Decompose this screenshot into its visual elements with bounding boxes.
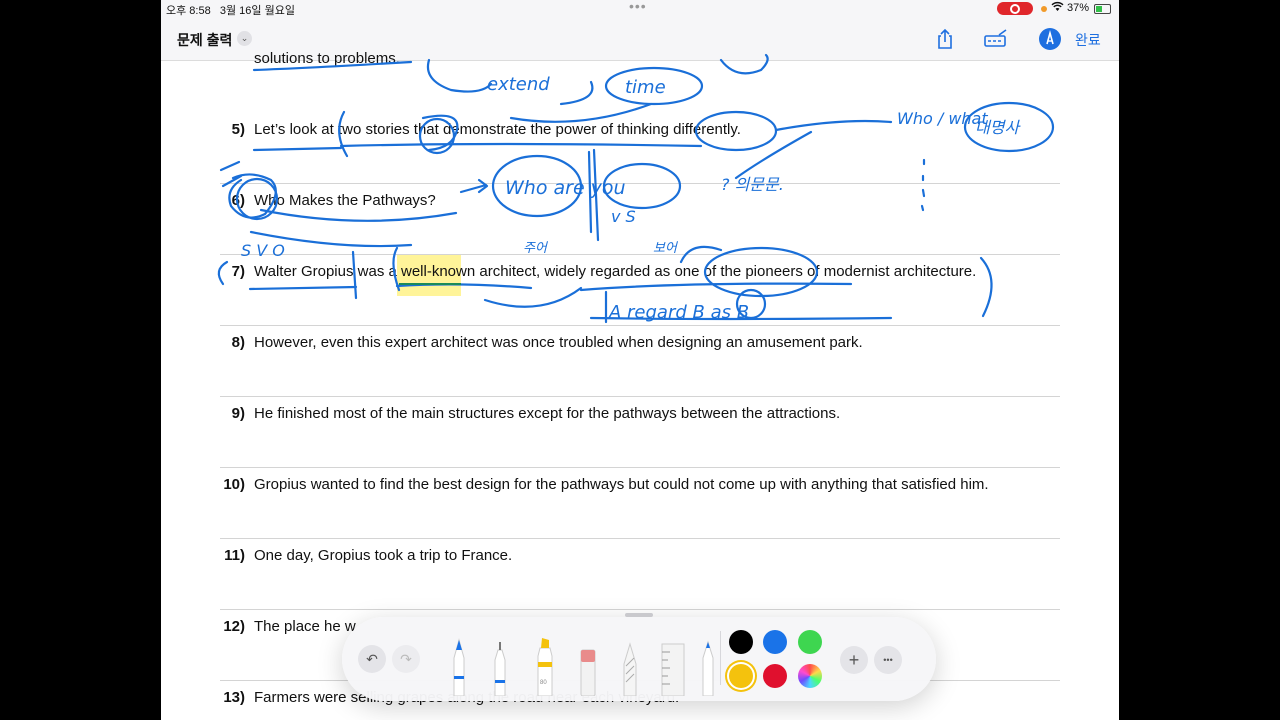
ink-text-extend: extend (487, 74, 550, 95)
fineliner-tool[interactable] (490, 636, 510, 701)
eraser-tool[interactable] (578, 636, 598, 701)
wifi-icon (1051, 1, 1064, 15)
battery-icon (1094, 4, 1111, 14)
status-bar: 오후 8:58 3월 16일 월요일 ••• 37% (161, 0, 1119, 18)
row-number: 8) (231, 334, 245, 351)
ink-circle-time (604, 66, 704, 106)
palette-separator (720, 631, 721, 685)
color-green[interactable] (798, 630, 822, 654)
done-button[interactable]: 완료 (1075, 30, 1101, 50)
svg-text:80: 80 (540, 680, 547, 686)
row-number: 5) (231, 121, 245, 138)
row-sentence: Let’s look at two stories that demonstra… (254, 121, 741, 138)
row-number: 10) (223, 476, 245, 493)
tool-palette: ↶ ↷ 80 + ••• (342, 613, 936, 701)
worksheet-row-8: 8) However, even this expert architect w… (220, 326, 1060, 397)
status-time: 오후 8:58 3월 16일 월요일 (166, 5, 295, 17)
row-sentence: He finished most of the main structures … (254, 405, 841, 422)
chevron-down-icon[interactable]: ⌄ (237, 31, 252, 46)
document-title[interactable]: 문제 출력 (177, 30, 232, 50)
lasso-tool[interactable] (620, 636, 640, 701)
pen-circle-icon[interactable] (1038, 27, 1062, 51)
row-number: 11) (224, 547, 245, 564)
ink-curve (426, 58, 493, 93)
worksheet-row-9: 9) He finished most of the main structur… (220, 397, 1060, 468)
ink-connector (559, 80, 594, 106)
worksheet-row-6: 6) Who Makes the Pathways? (220, 184, 1060, 255)
screen-recording-icon[interactable] (997, 2, 1033, 15)
color-black[interactable] (729, 630, 753, 654)
row-number: 7) (231, 263, 245, 280)
previous-line-fragment: solutions to problems. (254, 50, 400, 67)
row-sentence: The place he w (254, 618, 356, 635)
pencil-tool[interactable] (698, 636, 718, 701)
row-sentence: Walter Gropius was a well-known architec… (254, 263, 977, 280)
worksheet-row-7: 7) Walter Gropius was a well-known archi… (220, 255, 1060, 326)
ink-text-time: time (625, 77, 666, 98)
redo-button[interactable]: ↷ (392, 645, 420, 673)
color-red[interactable] (763, 664, 787, 688)
row-number: 9) (231, 405, 245, 422)
more-options-button[interactable]: ••• (874, 646, 902, 674)
markup-icon[interactable] (983, 27, 1007, 51)
pen-tool[interactable] (449, 636, 469, 701)
row-number: 13) (223, 689, 245, 706)
app-screen: 오후 8:58 3월 16일 월요일 ••• 37% 문제 출력 ⌄ 완료 so… (161, 0, 1119, 720)
color-blue[interactable] (763, 630, 787, 654)
color-yellow-selected[interactable] (729, 664, 753, 688)
row-sentence: Gropius wanted to find the best design f… (254, 476, 989, 493)
mic-indicator-icon (1041, 6, 1047, 12)
ruler-tool[interactable] (660, 636, 686, 701)
add-button[interactable]: + (840, 646, 868, 674)
row-sentence: However, even this expert architect was … (254, 334, 863, 351)
battery-percent: 37% (1067, 2, 1090, 14)
worksheet-row-10: 10) Gropius wanted to find the best desi… (220, 468, 1060, 539)
highlighter-tool[interactable]: 80 (534, 626, 556, 701)
row-number: 12) (223, 618, 245, 635)
multitasking-dots-icon[interactable]: ••• (629, 0, 647, 14)
worksheet-row-11: 11) One day, Gropius took a trip to Fran… (220, 539, 1060, 610)
palette-grabber[interactable] (625, 613, 653, 617)
undo-button[interactable]: ↶ (358, 645, 386, 673)
share-icon[interactable] (933, 27, 957, 51)
worksheet-row-5: 5) Let’s look at two stories that demons… (220, 113, 1060, 184)
row-sentence: Who Makes the Pathways? (254, 192, 436, 209)
row-number: 6) (231, 192, 245, 209)
row-sentence: One day, Gropius took a trip to France. (254, 547, 513, 564)
color-picker-icon[interactable] (798, 664, 822, 688)
